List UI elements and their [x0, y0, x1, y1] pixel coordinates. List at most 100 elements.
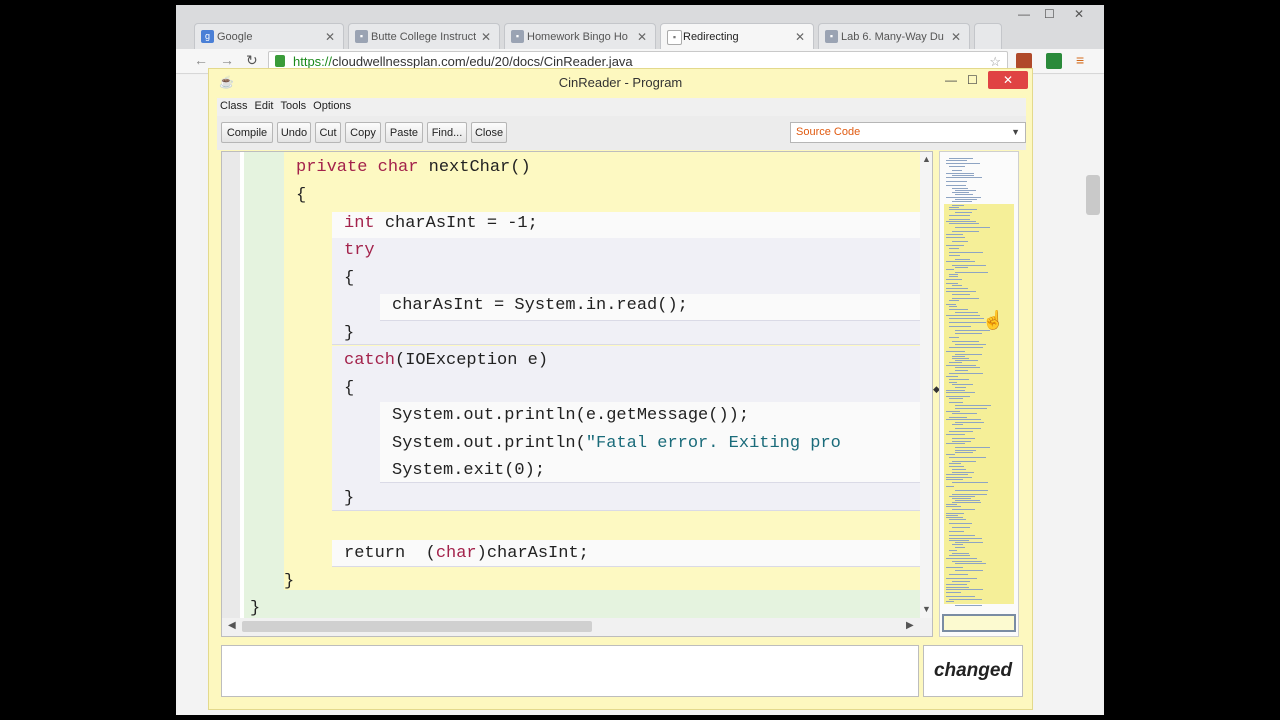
overview-line: [952, 472, 974, 473]
overview-line: [949, 219, 970, 220]
overview-line: [946, 197, 981, 198]
extension-icon[interactable]: [1046, 53, 1062, 69]
overview-line: [952, 358, 969, 359]
overview-line: [955, 367, 980, 368]
overview-line: [955, 272, 988, 273]
overview-line: [949, 574, 968, 575]
menu-options[interactable]: Options: [310, 98, 355, 112]
close-tab-icon[interactable]: ✕: [951, 24, 961, 49]
copy-button[interactable]: Copy: [345, 122, 381, 143]
close-tab-icon[interactable]: ✕: [325, 24, 335, 49]
extension-icon[interactable]: [1016, 53, 1032, 69]
editor-vertical-scrollbar[interactable]: ▲ ▼: [920, 152, 932, 618]
overview-line: [946, 411, 960, 412]
overview-viewport[interactable]: [942, 614, 1016, 632]
overview-line: [946, 474, 968, 475]
close-button[interactable]: Close: [471, 122, 507, 143]
overview-line: [949, 555, 970, 556]
cut-button[interactable]: Cut: [315, 122, 341, 143]
tab-lab-6[interactable]: ▪ Lab 6. Many-Way Du ✕: [818, 23, 970, 49]
horizontal-scroll-thumb[interactable]: [242, 621, 592, 632]
view-select[interactable]: Source Code ▼: [790, 122, 1026, 143]
tab-google[interactable]: g Google ✕: [194, 23, 344, 49]
forward-icon[interactable]: →: [220, 52, 234, 68]
overview-line: [949, 457, 986, 458]
overview-line: [946, 504, 957, 505]
code-editor[interactable]: private char nextChar() { int charAsInt …: [221, 151, 933, 637]
scroll-down-icon[interactable]: ▼: [922, 604, 931, 614]
compile-button[interactable]: Compile: [221, 122, 273, 143]
overview-line: [946, 392, 975, 393]
overview-line: [955, 190, 976, 191]
menu-icon[interactable]: ≡: [1076, 52, 1084, 68]
menu-class[interactable]: Class: [217, 98, 252, 112]
overview-line: [946, 443, 965, 444]
reload-icon[interactable]: ↻: [246, 52, 258, 69]
tab-label: Google: [217, 31, 253, 43]
code-line: catch(IOException e): [344, 351, 549, 370]
overview-line: [949, 158, 973, 159]
overview-line: [946, 592, 961, 593]
document-icon: ▪: [667, 30, 682, 45]
close-window-icon[interactable]: ✕: [988, 71, 1028, 89]
overview-line: [952, 175, 974, 176]
overview-line: [952, 384, 973, 385]
code-line: {: [344, 269, 355, 288]
tab-butte-college[interactable]: ▪ Butte College Instruct ✕: [348, 23, 500, 49]
overview-line: [949, 209, 977, 210]
overview-line: [952, 413, 977, 414]
window-titlebar[interactable]: ☕ CinReader - Program — ☐ ✕: [209, 69, 1032, 97]
hand-cursor-icon: ☝: [982, 310, 1005, 330]
find-button[interactable]: Find...: [427, 122, 467, 143]
maximize-icon[interactable]: ☐: [1044, 7, 1055, 21]
overview-line: [949, 337, 959, 338]
overview-line: [949, 535, 975, 536]
overview-line: [946, 160, 967, 161]
overview-line: [949, 523, 972, 524]
overview-line: [949, 431, 973, 432]
chevron-down-icon: ▼: [1011, 127, 1020, 137]
overview-line: [949, 252, 983, 253]
close-window-icon[interactable]: ✕: [1074, 7, 1084, 21]
page-scrollbar[interactable]: [1086, 175, 1100, 215]
overview-line: [955, 333, 982, 334]
overview-line: [949, 599, 982, 600]
code-overview-map[interactable]: [939, 151, 1019, 637]
overview-line: [952, 461, 976, 462]
scroll-right-icon[interactable]: ▶: [906, 620, 914, 631]
tab-redirecting[interactable]: ▪ Redirecting ✕: [660, 23, 814, 49]
close-tab-icon[interactable]: ✕: [795, 24, 805, 49]
overview-line: [946, 596, 975, 597]
editor-horizontal-scrollbar[interactable]: ◀ ▶: [222, 618, 932, 636]
undo-button[interactable]: Undo: [277, 122, 311, 143]
minimize-icon[interactable]: —: [1018, 7, 1030, 21]
back-icon[interactable]: ←: [194, 52, 208, 68]
overview-line: [949, 540, 969, 541]
document-icon: ▪: [825, 30, 838, 43]
menu-tools[interactable]: Tools: [277, 98, 310, 112]
maximize-icon[interactable]: ☐: [967, 73, 978, 87]
minimize-icon[interactable]: —: [945, 73, 957, 87]
code-line: private char nextChar(): [296, 158, 531, 177]
scroll-left-icon[interactable]: ◀: [228, 620, 236, 631]
overview-line: [949, 309, 968, 310]
close-tab-icon[interactable]: ✕: [481, 24, 491, 49]
overview-line: [946, 288, 968, 289]
overview-line: [955, 405, 991, 406]
new-tab-button[interactable]: [974, 23, 1002, 49]
overview-line: [955, 212, 972, 213]
overview-line: [952, 544, 963, 545]
tab-homework-bingo[interactable]: ▪ Homework Bingo Ho ✕: [504, 23, 656, 49]
overview-line: [952, 188, 968, 189]
overview-line: [952, 424, 963, 425]
code-line: }: [344, 324, 355, 343]
menu-edit[interactable]: Edit: [252, 98, 278, 112]
overview-line: [949, 274, 958, 275]
paste-button[interactable]: Paste: [385, 122, 423, 143]
overview-line: [952, 201, 972, 202]
close-tab-icon[interactable]: ✕: [637, 24, 647, 49]
overview-line: [946, 477, 972, 478]
lock-icon: [275, 55, 285, 67]
overview-line: [949, 362, 962, 363]
scroll-up-icon[interactable]: ▲: [922, 154, 931, 164]
